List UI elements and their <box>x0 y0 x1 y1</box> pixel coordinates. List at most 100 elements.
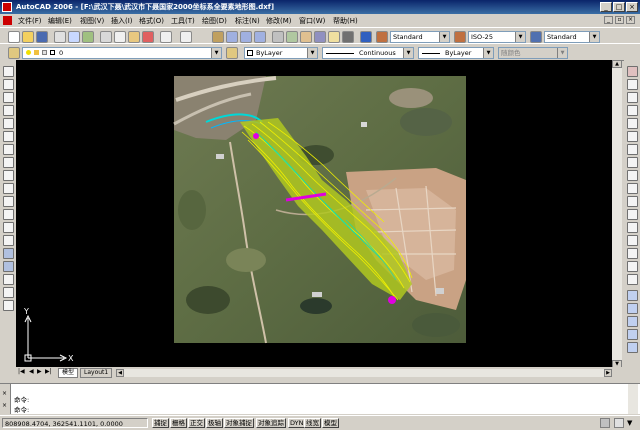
make-block-icon[interactable] <box>3 222 14 233</box>
trim-icon[interactable] <box>627 183 638 194</box>
join-icon[interactable] <box>627 235 638 246</box>
chevron-down-icon[interactable]: ▼ <box>211 48 221 58</box>
rectangle-icon[interactable] <box>3 118 14 129</box>
tab-next-icon[interactable]: ▶ <box>37 368 42 375</box>
menu-help[interactable]: 帮助(H) <box>333 16 358 26</box>
menu-dimension[interactable]: 标注(N) <box>235 16 260 26</box>
print-preview-icon[interactable] <box>68 31 80 43</box>
explode-icon[interactable] <box>627 274 638 285</box>
autocad-app-icon[interactable] <box>2 2 12 12</box>
new-file-icon[interactable] <box>8 31 20 43</box>
menu-insert[interactable]: 插入(I) <box>111 16 133 26</box>
paste-icon[interactable] <box>128 31 140 43</box>
match-properties-icon[interactable] <box>142 31 154 43</box>
scroll-right-icon[interactable]: ▶ <box>604 369 612 377</box>
polar-toggle[interactable]: 极轴 <box>206 418 223 428</box>
drawing-area[interactable]: Y X <box>16 60 622 373</box>
chevron-down-icon[interactable]: ▼ <box>403 48 413 58</box>
minimize-icon[interactable]: _ <box>600 2 612 12</box>
chevron-down-icon[interactable]: ▼ <box>439 32 449 42</box>
bring-to-front-icon[interactable] <box>627 303 638 314</box>
linetype-select[interactable]: Continuous ▼ <box>322 47 414 59</box>
properties-icon[interactable] <box>272 31 284 43</box>
calculator-icon[interactable] <box>342 31 354 43</box>
region-icon[interactable] <box>3 274 14 285</box>
dyn-toggle[interactable]: DYN <box>288 418 306 428</box>
menu-tools[interactable]: 工具(T) <box>171 16 195 26</box>
chevron-down-icon[interactable]: ▼ <box>483 48 493 58</box>
otrack-toggle[interactable]: 对象追踪 <box>256 418 286 428</box>
send-under-icon[interactable] <box>627 342 638 353</box>
erase-icon[interactable] <box>627 66 638 77</box>
publish-icon[interactable] <box>82 31 94 43</box>
markup-icon[interactable] <box>328 31 340 43</box>
chevron-down-icon[interactable]: ▼ <box>307 48 317 58</box>
command-window-grip[interactable]: × × <box>0 384 11 414</box>
cut-icon[interactable] <box>100 31 112 43</box>
menu-view[interactable]: 视图(V) <box>80 16 104 26</box>
tab-first-icon[interactable]: |◀ <box>18 368 25 375</box>
revision-cloud-icon[interactable] <box>3 157 14 168</box>
maximize-icon[interactable]: □ <box>613 2 625 12</box>
status-menu-icon[interactable]: ▼ <box>627 419 637 428</box>
zoom-window-icon[interactable] <box>240 31 252 43</box>
minimize-icon[interactable]: _ <box>604 16 613 24</box>
color-select[interactable]: ByLayer ▼ <box>244 47 318 59</box>
fillet-icon[interactable] <box>627 261 638 272</box>
model-toggle[interactable]: 模型 <box>322 418 339 428</box>
zoom-previous-icon[interactable] <box>254 31 266 43</box>
open-folder-icon[interactable] <box>22 31 34 43</box>
table-style-select[interactable]: Standard ▼ <box>544 31 600 43</box>
tab-last-icon[interactable]: ▶| <box>45 368 52 375</box>
grid-toggle[interactable]: 栅格 <box>170 418 187 428</box>
array-icon[interactable] <box>627 118 638 129</box>
copy-object-icon[interactable] <box>627 79 638 90</box>
pan-icon[interactable] <box>212 31 224 43</box>
close-icon[interactable]: × <box>2 402 7 409</box>
break-icon[interactable] <box>627 222 638 233</box>
draw-order-icon[interactable] <box>627 290 638 301</box>
close-icon[interactable]: × <box>2 390 7 397</box>
horizontal-scrollbar[interactable]: ◀ ▶ <box>116 369 612 377</box>
communication-center-icon[interactable] <box>600 418 610 428</box>
menu-edit[interactable]: 编辑(E) <box>48 16 72 26</box>
lock-icon[interactable] <box>614 418 624 428</box>
menu-draw[interactable]: 绘图(D) <box>202 16 227 26</box>
hatch-icon[interactable] <box>3 248 14 259</box>
menu-format[interactable]: 格式(O) <box>139 16 164 26</box>
text-style-select[interactable]: Standard ▼ <box>390 31 450 43</box>
command-prompt[interactable]: 命令: <box>14 404 29 414</box>
construction-line-icon[interactable] <box>3 79 14 90</box>
document-icon[interactable] <box>3 16 12 25</box>
command-window[interactable]: × × 命令: 命令: <box>0 383 640 414</box>
mirror-icon[interactable] <box>627 92 638 103</box>
redo-icon[interactable] <box>180 31 192 43</box>
vertical-scrollbar[interactable]: ▲ ▼ <box>612 60 622 373</box>
coordinate-readout[interactable]: 808908.4704, 362541.1101, 0.0000 <box>2 418 148 428</box>
menu-window[interactable]: 窗口(W) <box>299 16 325 26</box>
close-icon[interactable]: × <box>626 2 638 12</box>
arc-icon[interactable] <box>3 131 14 142</box>
close-icon[interactable]: × <box>626 16 635 24</box>
circle-icon[interactable] <box>3 144 14 155</box>
polygon-icon[interactable] <box>3 105 14 116</box>
undo-icon[interactable] <box>160 31 172 43</box>
dim-style-icon[interactable] <box>454 31 466 43</box>
make-object-layer-current-icon[interactable] <box>226 47 238 59</box>
chevron-down-icon[interactable]: ▼ <box>589 32 599 42</box>
command-scrollbar[interactable] <box>628 384 638 414</box>
menu-file[interactable]: 文件(F) <box>18 16 42 26</box>
move-icon[interactable] <box>627 131 638 142</box>
offset-icon[interactable] <box>627 105 638 116</box>
table-icon[interactable] <box>3 287 14 298</box>
lineweight-select[interactable]: ByLayer ▼ <box>418 47 494 59</box>
chevron-down-icon[interactable]: ▼ <box>515 32 525 42</box>
save-icon[interactable] <box>36 31 48 43</box>
help-icon[interactable] <box>360 31 372 43</box>
scroll-up-icon[interactable]: ▲ <box>612 60 622 68</box>
layer-manager-icon[interactable] <box>8 47 20 59</box>
lineweight-toggle[interactable]: 线宽 <box>304 418 321 428</box>
stretch-icon[interactable] <box>627 170 638 181</box>
layer-select[interactable]: 0 ▼ <box>22 47 222 59</box>
tab-prev-icon[interactable]: ◀ <box>29 368 34 375</box>
